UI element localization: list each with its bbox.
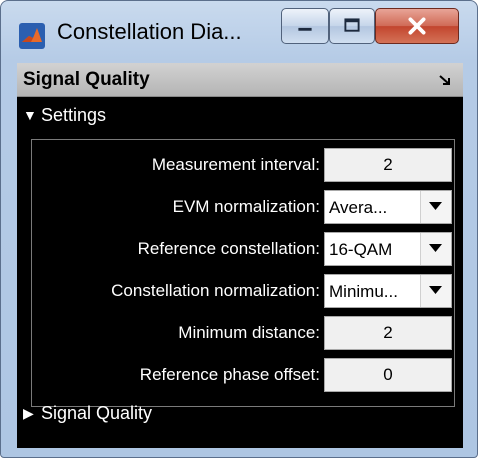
undock-icon[interactable] [437, 72, 453, 88]
close-button[interactable] [375, 8, 459, 44]
title-bar[interactable]: Constellation Dia... [1, 1, 477, 61]
measurement-interval-row: Measurement interval: 2 [32, 148, 454, 184]
expanded-triangle-icon: ▼ [23, 107, 37, 123]
dropdown-arrow-button[interactable] [420, 233, 451, 265]
dropdown-arrow-button[interactable] [420, 191, 451, 223]
evm-normalization-dropdown[interactable]: Avera... [324, 190, 452, 224]
maximize-icon [344, 18, 360, 32]
minimum-distance-label: Minimum distance: [178, 323, 320, 342]
panel-title: Signal Quality [23, 69, 150, 90]
signal-quality-section-toggle[interactable]: ▶ Signal Quality [17, 401, 463, 429]
reference-phase-offset-row: Reference phase offset: 0 [32, 358, 454, 394]
reference-constellation-label: Reference constellation: [137, 239, 320, 258]
constellation-normalization-value: Minimu... [329, 282, 398, 301]
measurement-interval-field[interactable]: 2 [324, 148, 452, 182]
evm-normalization-row: EVM normalization: Avera... [32, 190, 454, 226]
chevron-down-icon [429, 286, 442, 294]
constellation-normalization-label: Constellation normalization: [111, 281, 320, 300]
settings-section-label: Settings [41, 105, 107, 125]
minimize-button[interactable] [281, 8, 329, 44]
constellation-normalization-dropdown[interactable]: Minimu... [324, 274, 452, 308]
panel-header: Signal Quality [17, 63, 463, 97]
window-title: Constellation Dia... [57, 19, 242, 44]
settings-group: Measurement interval: 2 EVM normalizatio… [31, 139, 455, 407]
settings-section-toggle[interactable]: ▼ Settings [17, 103, 463, 131]
close-icon [408, 17, 426, 35]
reference-phase-offset-field[interactable]: 0 [324, 358, 452, 392]
reference-phase-offset-label: Reference phase offset: [139, 365, 320, 384]
matlab-icon[interactable] [19, 23, 45, 49]
maximize-button[interactable] [329, 8, 375, 44]
evm-normalization-label: EVM normalization: [172, 197, 320, 216]
chevron-down-icon [429, 244, 442, 252]
chevron-down-icon [429, 202, 442, 210]
reference-constellation-value: 16-QAM [329, 240, 393, 259]
dropdown-arrow-button[interactable] [420, 275, 451, 307]
constellation-normalization-row: Constellation normalization: Minimu... [32, 274, 454, 310]
signal-quality-panel: Signal Quality ▼ Settings Measurement in… [17, 63, 463, 448]
collapsed-triangle-icon: ▶ [23, 405, 34, 421]
reference-constellation-dropdown[interactable]: 16-QAM [324, 232, 452, 266]
signal-quality-section-label: Signal Quality [41, 403, 153, 423]
minimum-distance-row: Minimum distance: 2 [32, 316, 454, 352]
minimum-distance-field[interactable]: 2 [324, 316, 452, 350]
measurement-interval-label: Measurement interval: [151, 155, 320, 174]
reference-constellation-row: Reference constellation: 16-QAM [32, 232, 454, 268]
app-window: Constellation Dia... Signal Quality ▼ Se… [0, 0, 478, 458]
minimize-icon [298, 27, 312, 31]
evm-normalization-value: Avera... [329, 198, 388, 217]
